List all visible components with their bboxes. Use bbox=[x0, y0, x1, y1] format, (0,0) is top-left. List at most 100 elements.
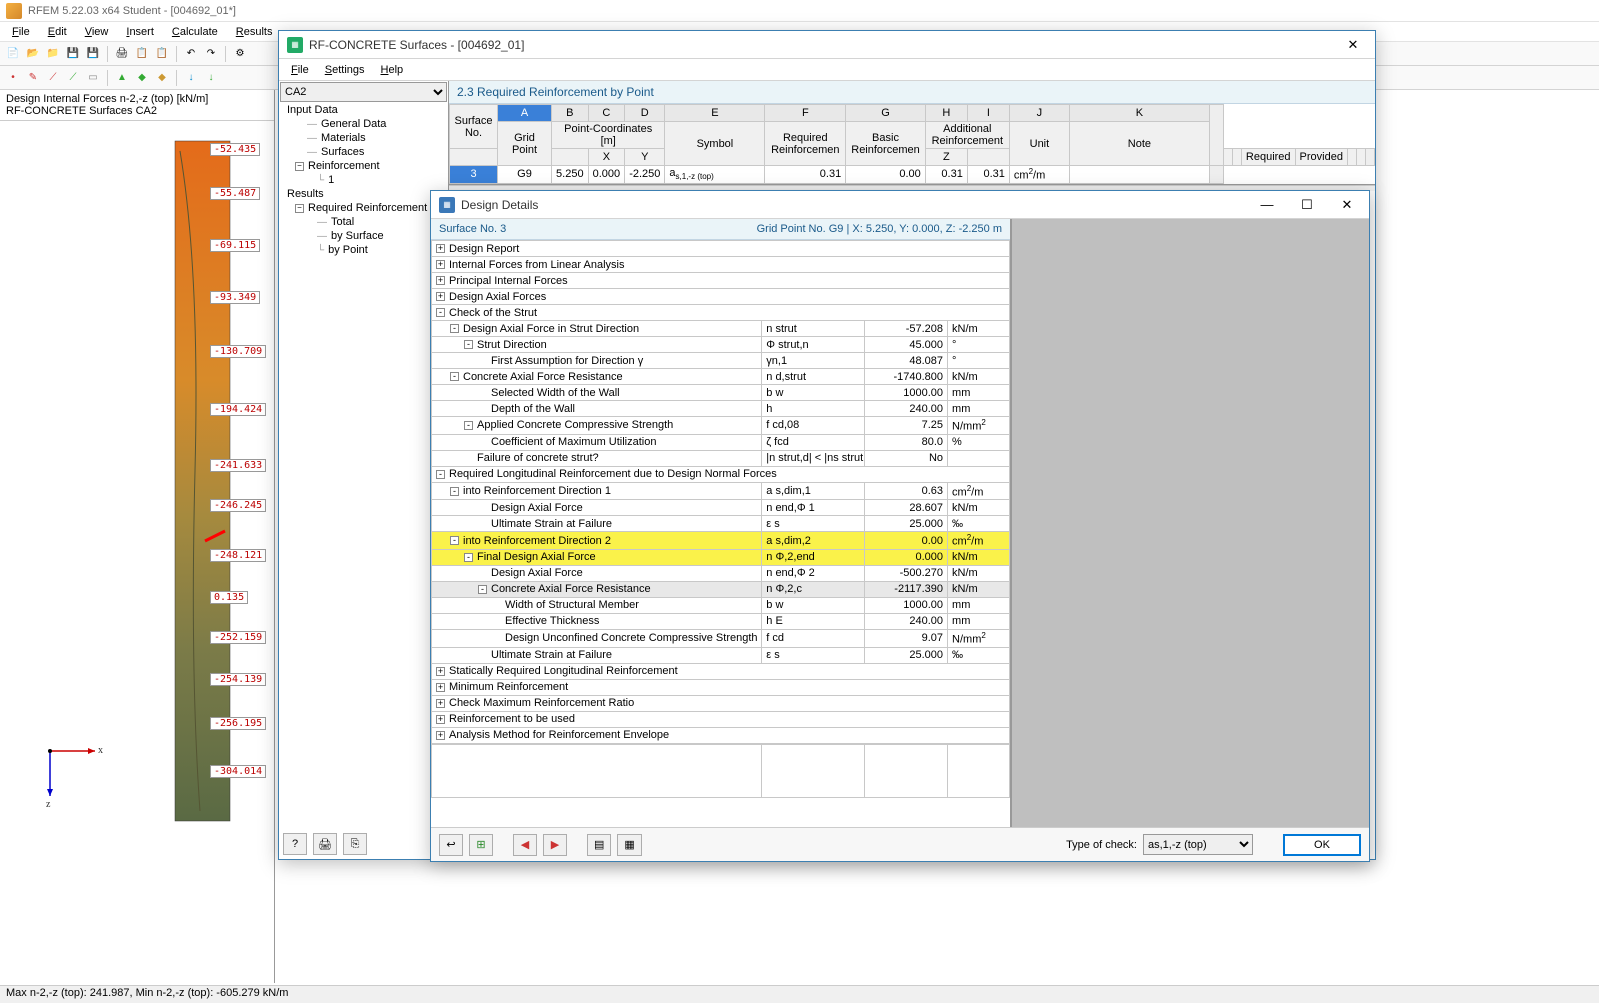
minimize-icon[interactable]: — bbox=[1253, 195, 1281, 215]
tree-bypoint[interactable]: └by Point bbox=[279, 243, 448, 257]
dd-row[interactable]: Coefficient of Maximum Utilizationζ fcd8… bbox=[432, 434, 1010, 450]
tb-new-icon[interactable]: 📄 bbox=[4, 45, 22, 63]
tree-total[interactable]: —Total bbox=[279, 215, 448, 229]
nav-tree[interactable]: CA2 Input Data —General Data —Materials … bbox=[279, 81, 449, 859]
dd-prev-icon[interactable]: ◀ bbox=[513, 834, 537, 856]
dd-row[interactable]: Selected Width of the Wallb w1000.00mm bbox=[432, 385, 1010, 401]
tb-line-icon[interactable]: ✎ bbox=[24, 69, 42, 87]
ok-button[interactable]: OK bbox=[1283, 834, 1361, 856]
tree-reinf-1[interactable]: └1 bbox=[279, 173, 448, 187]
results-grid[interactable]: Surface No. A B C D E F G H I J K bbox=[449, 104, 1375, 185]
tb-load2-icon[interactable]: ↓ bbox=[202, 69, 220, 87]
dd-row[interactable]: +Internal Forces from Linear Analysis bbox=[432, 257, 1010, 273]
dd-row[interactable]: +Design Axial Forces bbox=[432, 289, 1010, 305]
tb-d3-icon[interactable]: ▭ bbox=[84, 69, 102, 87]
table-row[interactable]: 3 G9 5.250 0.000 -2.250 as,1,-z (top) 0.… bbox=[450, 166, 1375, 184]
menu-insert[interactable]: Insert bbox=[118, 24, 162, 40]
rfconcrete-menubar[interactable]: File Settings Help bbox=[279, 59, 1375, 81]
rfconcrete-titlebar[interactable]: ▦ RF-CONCRETE Surfaces - [004692_01] ✕ bbox=[279, 31, 1375, 59]
tree-reqreinf[interactable]: −Required Reinforcement bbox=[279, 201, 448, 215]
dd-row[interactable]: Ultimate Strain at Failureε s25.000‰ bbox=[432, 516, 1010, 532]
sw-menu-file[interactable]: File bbox=[283, 62, 317, 78]
design-details-dialog[interactable]: ▦ Design Details — ☐ ✕ Surface No. 3 Gri… bbox=[430, 190, 1370, 862]
dd-row[interactable]: -Required Longitudinal Reinforcement due… bbox=[432, 466, 1010, 482]
tb-copy-icon[interactable]: 📋 bbox=[133, 45, 151, 63]
maximize-icon[interactable]: ☐ bbox=[1293, 195, 1321, 215]
dd-row[interactable]: Failure of concrete strut?|n strut,d| < … bbox=[432, 450, 1010, 466]
menu-edit[interactable]: Edit bbox=[40, 24, 75, 40]
dd-row[interactable]: +Design Report bbox=[432, 241, 1010, 257]
dd-sort-icon[interactable]: ▦ bbox=[617, 834, 641, 856]
tb-d2-icon[interactable]: ⟋ bbox=[64, 69, 82, 87]
dd-row[interactable]: -Final Design Axial Forcen Φ,2,end0.000k… bbox=[432, 549, 1010, 565]
dd-row[interactable]: -Concrete Axial Force Resistancen d,stru… bbox=[432, 369, 1010, 385]
dd-row[interactable]: +Analysis Method for Reinforcement Envel… bbox=[432, 727, 1010, 743]
sw-menu-help[interactable]: Help bbox=[373, 62, 412, 78]
tb-open2-icon[interactable]: 📁 bbox=[44, 45, 62, 63]
dd-row[interactable]: First Assumption for Direction γγn,148.0… bbox=[432, 353, 1010, 369]
tree-materials[interactable]: —Materials bbox=[279, 131, 448, 145]
menu-file[interactable]: File bbox=[4, 24, 38, 40]
tree-reinf[interactable]: −Reinforcement bbox=[279, 159, 448, 173]
type-of-check-select[interactable]: as,1,-z (top) bbox=[1143, 834, 1253, 855]
dd-row[interactable]: -into Reinforcement Direction 1a s,dim,1… bbox=[432, 482, 1010, 500]
value-tag: -304.014 bbox=[210, 765, 266, 778]
tb-print-icon[interactable]: 🖨 bbox=[113, 45, 131, 63]
dd-row[interactable]: Depth of the Wallh240.00mm bbox=[432, 401, 1010, 417]
tb-misc-icon[interactable]: ⚙ bbox=[231, 45, 249, 63]
tb-load-icon[interactable]: ↓ bbox=[182, 69, 200, 87]
tree-general[interactable]: —General Data bbox=[279, 117, 448, 131]
close-icon[interactable]: ✕ bbox=[1339, 35, 1367, 55]
tb-node-icon[interactable]: • bbox=[4, 69, 22, 87]
dd-row[interactable]: -Check of the Strut bbox=[432, 305, 1010, 321]
dd-row[interactable]: Design Axial Forcen end,Φ 2-500.270kN/m bbox=[432, 565, 1010, 581]
dd-tree[interactable]: +Design Report+Internal Forces from Line… bbox=[431, 240, 1010, 827]
nav-export-icon[interactable]: ⎘ bbox=[343, 833, 367, 855]
tb-redo-icon[interactable]: ↷ bbox=[202, 45, 220, 63]
tree-bysurf[interactable]: —by Surface bbox=[279, 229, 448, 243]
tb-sup3-icon[interactable]: ◆ bbox=[153, 69, 171, 87]
dd-row[interactable]: -Concrete Axial Force Resistancen Φ,2,c-… bbox=[432, 581, 1010, 597]
dd-row[interactable]: +Statically Required Longitudinal Reinfo… bbox=[432, 663, 1010, 679]
sw-menu-settings[interactable]: Settings bbox=[317, 62, 373, 78]
dd-row[interactable]: -into Reinforcement Direction 2a s,dim,2… bbox=[432, 532, 1010, 550]
contour-svg bbox=[0, 121, 274, 841]
tb-sup-icon[interactable]: ▲ bbox=[113, 69, 131, 87]
dd-row[interactable]: -Design Axial Force in Strut Directionn … bbox=[432, 321, 1010, 337]
dd-row[interactable]: +Reinforcement to be used bbox=[432, 711, 1010, 727]
tb-undo-icon[interactable]: ↶ bbox=[182, 45, 200, 63]
dd-row[interactable]: Effective Thicknessh E240.00mm bbox=[432, 613, 1010, 629]
dd-row[interactable]: Design Axial Forcen end,Φ 128.607kN/m bbox=[432, 500, 1010, 516]
nav-help-icon[interactable]: ? bbox=[283, 833, 307, 855]
tb-d1-icon[interactable]: ⟋ bbox=[44, 69, 62, 87]
dd-row[interactable]: Width of Structural Memberb w1000.00mm bbox=[432, 597, 1010, 613]
tree-input-data[interactable]: Input Data bbox=[279, 103, 448, 117]
tree-surfaces[interactable]: —Surfaces bbox=[279, 145, 448, 159]
dd-row[interactable]: -Strut DirectionΦ strut,n45.000° bbox=[432, 337, 1010, 353]
menu-calculate[interactable]: Calculate bbox=[164, 24, 226, 40]
dd-excel-icon[interactable]: ⊞ bbox=[469, 834, 493, 856]
tb-open-icon[interactable]: 📂 bbox=[24, 45, 42, 63]
dd-filter-icon[interactable]: ▤ bbox=[587, 834, 611, 856]
tb-sup2-icon[interactable]: ◆ bbox=[133, 69, 151, 87]
dd-next-icon[interactable]: ▶ bbox=[543, 834, 567, 856]
case-select[interactable]: CA2 bbox=[280, 82, 447, 102]
dd-row[interactable]: Ultimate Strain at Failureε s25.000‰ bbox=[432, 647, 1010, 663]
nav-print-icon[interactable]: 🖨 bbox=[313, 833, 337, 855]
tb-save-icon[interactable]: 💾 bbox=[64, 45, 82, 63]
menu-view[interactable]: View bbox=[77, 24, 117, 40]
tb-saveall-icon[interactable]: 💾 bbox=[84, 45, 102, 63]
tree-results[interactable]: Results bbox=[279, 187, 448, 201]
menu-results[interactable]: Results bbox=[228, 24, 281, 40]
contour-plot[interactable]: -52.435-55.487-69.115-93.349-130.709-194… bbox=[0, 121, 274, 983]
dd-titlebar[interactable]: ▦ Design Details — ☐ ✕ bbox=[431, 191, 1369, 219]
dd-row[interactable]: Design Unconfined Concrete Compressive S… bbox=[432, 629, 1010, 647]
dd-row[interactable]: +Minimum Reinforcement bbox=[432, 679, 1010, 695]
value-tag: -241.633 bbox=[210, 459, 266, 472]
dd-row[interactable]: +Principal Internal Forces bbox=[432, 273, 1010, 289]
dd-back-icon[interactable]: ↩ bbox=[439, 834, 463, 856]
dd-row[interactable]: +Check Maximum Reinforcement Ratio bbox=[432, 695, 1010, 711]
dd-row[interactable]: -Applied Concrete Compressive Strengthf … bbox=[432, 417, 1010, 435]
tb-paste-icon[interactable]: 📋 bbox=[153, 45, 171, 63]
close-icon[interactable]: ✕ bbox=[1333, 195, 1361, 215]
